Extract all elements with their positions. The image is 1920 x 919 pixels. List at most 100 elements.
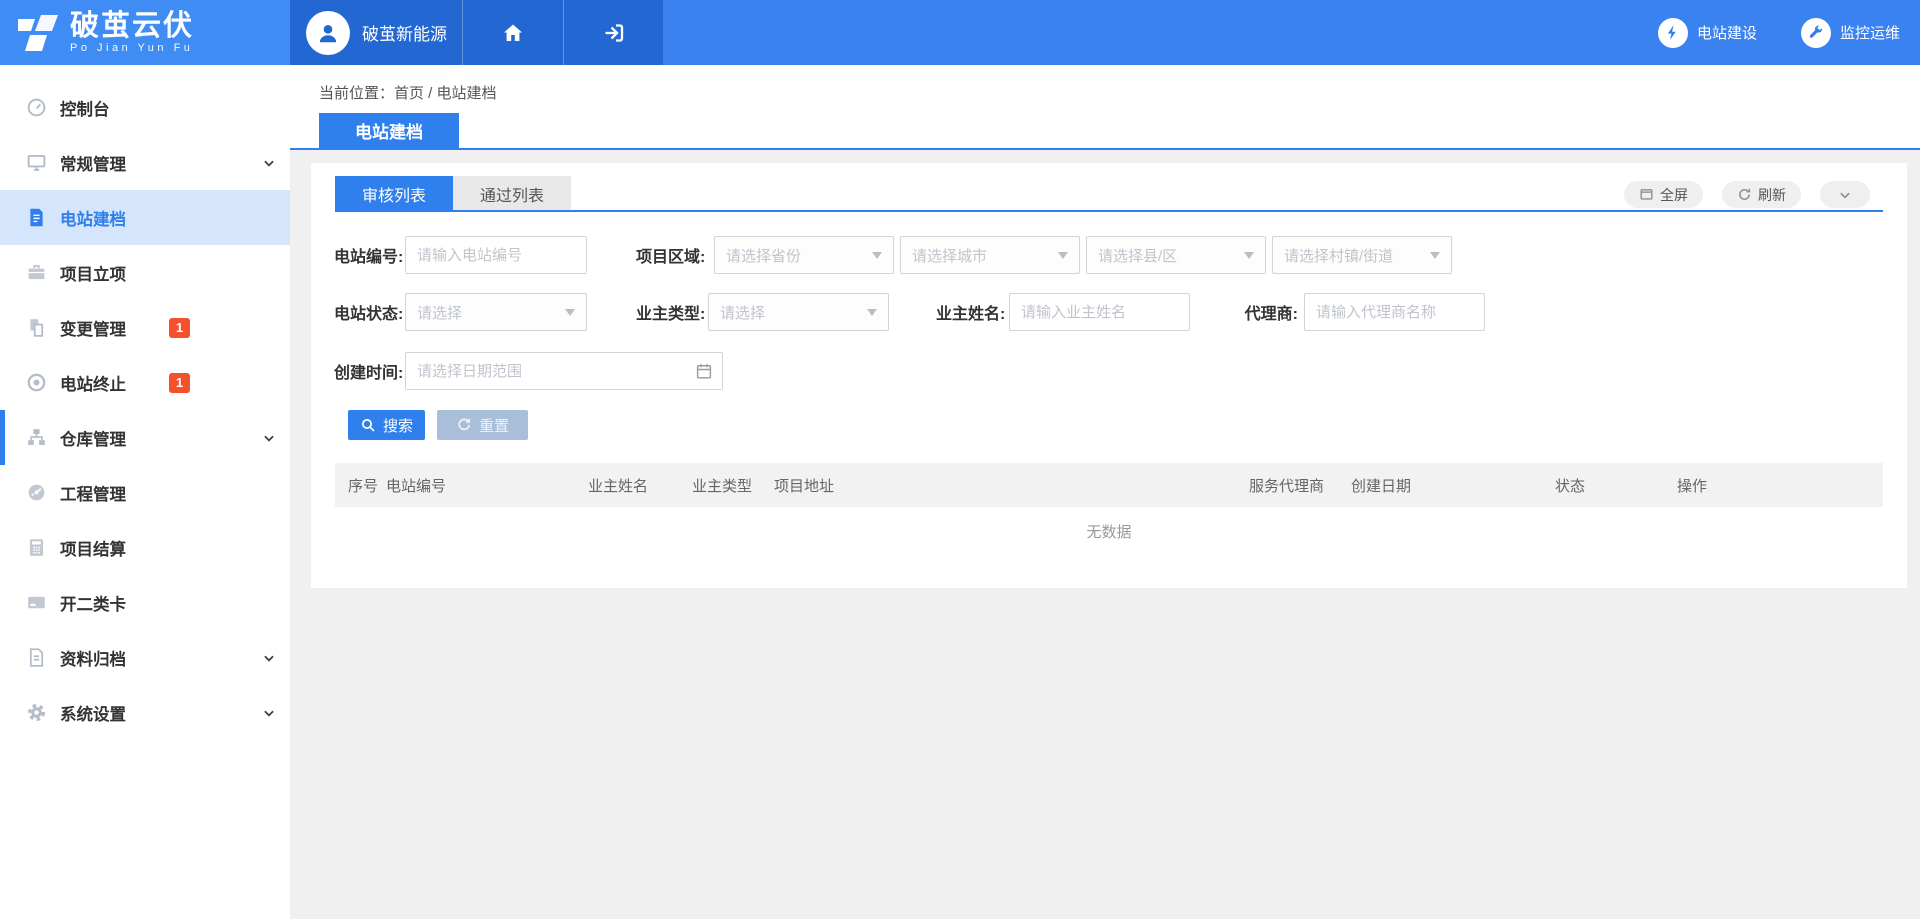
table-empty-text: 无数据: [335, 521, 1883, 542]
nav-monitor-ops-label: 监控运维: [1840, 22, 1900, 43]
sidebar-item-label: 常规管理: [60, 151, 126, 175]
sidebar-item-label: 电站建档: [60, 206, 126, 230]
sidebar-item-label: 控制台: [60, 96, 110, 120]
sidebar-item-data-archive[interactable]: 资料归档: [0, 630, 290, 685]
filter-owner-type: 业主类型: 请选择: [636, 293, 889, 331]
sidebar-item-project-settlement[interactable]: 项目结算: [0, 520, 290, 575]
tabs-underline: [335, 210, 1883, 212]
owner-name-input[interactable]: [1009, 293, 1190, 331]
search-button[interactable]: 搜索: [348, 410, 425, 440]
sidebar-item-change-mgmt[interactable]: 变更管理 1: [0, 300, 290, 355]
active-indicator-bar: [0, 410, 5, 465]
sidebar-item-system-settings[interactable]: 系统设置: [0, 685, 290, 740]
county-select[interactable]: 请选择县/区: [1086, 236, 1266, 274]
chevron-down-icon: [262, 651, 276, 665]
lightning-icon: [1658, 18, 1688, 48]
sidebar-item-warehouse-mgmt[interactable]: 仓库管理: [0, 410, 290, 465]
sidebar-item-station-termination[interactable]: 电站终止 1: [0, 355, 290, 410]
top-header: 破茧云伏 Po Jian Yun Fu 破茧新能源: [0, 0, 1920, 65]
column-status: 状态: [1555, 475, 1677, 496]
filter-create-time: 创建时间:: [334, 352, 723, 390]
dashboard-icon: [25, 97, 47, 119]
gauge-icon: [25, 482, 47, 504]
wrench-icon: [1801, 18, 1831, 48]
caret-down-icon: [1058, 252, 1068, 259]
breadcrumb-path[interactable]: 首页 / 电站建档: [394, 85, 497, 102]
gear-icon: [25, 702, 47, 724]
fullscreen-icon: [1639, 187, 1654, 202]
sidebar-item-open-type2-card[interactable]: 开二类卡: [0, 575, 290, 630]
column-owner-name: 业主姓名: [588, 475, 692, 496]
sidebar-item-label: 资料归档: [60, 646, 126, 670]
app-root: 破茧云伏 Po Jian Yun Fu 破茧新能源: [0, 0, 1920, 919]
home-icon: [501, 21, 525, 45]
nav-monitor-ops[interactable]: 监控运维: [1801, 18, 1900, 48]
refresh-button[interactable]: 刷新: [1722, 181, 1801, 208]
caret-down-icon: [1430, 252, 1440, 259]
province-placeholder: 请选择省份: [726, 245, 801, 266]
nav-station-build[interactable]: 电站建设: [1658, 18, 1757, 48]
sidebar-item-engineering-mgmt[interactable]: 工程管理: [0, 465, 290, 520]
home-button[interactable]: [462, 0, 563, 65]
content-card: 审核列表 通过列表 全屏 刷新: [311, 163, 1907, 588]
reset-icon: [456, 417, 472, 433]
caret-down-icon: [565, 309, 575, 316]
sidebar-item-label: 开二类卡: [60, 591, 126, 615]
sidebar-item-label: 电站终止: [60, 371, 126, 395]
sign-in-icon: [602, 21, 626, 45]
sidebar-item-station-filing[interactable]: 电站建档: [0, 190, 290, 245]
refresh-label: 刷新: [1758, 185, 1786, 205]
main-content: 当前位置：首页 / 电站建档 电站建档 审核列表 通过列表 全屏: [290, 65, 1920, 919]
caret-down-icon: [867, 309, 877, 316]
station-no-input[interactable]: [405, 236, 587, 274]
archive-icon: [25, 647, 47, 669]
page-tab-station-filing[interactable]: 电站建档: [319, 113, 459, 148]
city-placeholder: 请选择城市: [912, 245, 987, 266]
user-company-menu[interactable]: 破茧新能源: [290, 0, 462, 65]
header-right-nav: 电站建设 监控运维: [1658, 0, 1920, 65]
sidebar-item-label: 仓库管理: [60, 426, 126, 450]
breadcrumb-bar: 当前位置：首页 / 电站建档 电站建档: [290, 65, 1920, 150]
owner-type-select[interactable]: 请选择: [708, 293, 889, 331]
sidebar-item-label: 变更管理: [60, 316, 126, 340]
agent-label: 代理商:: [1242, 300, 1304, 324]
station-status-select[interactable]: 请选择: [405, 293, 587, 331]
column-service-agent: 服务代理商: [1249, 475, 1351, 496]
refresh-icon: [1737, 187, 1752, 202]
company-name: 破茧新能源: [362, 20, 447, 45]
tab-review-list[interactable]: 审核列表: [335, 176, 453, 212]
station-status-placeholder: 请选择: [417, 302, 462, 323]
sidebar: 控制台 常规管理 电站建档: [0, 65, 290, 919]
briefcase-icon: [25, 262, 47, 284]
document-icon: [25, 207, 47, 229]
station-termination-badge: 1: [169, 373, 190, 393]
agent-input[interactable]: [1304, 293, 1485, 331]
collapse-button[interactable]: [1820, 181, 1870, 208]
sidebar-item-general-mgmt[interactable]: 常规管理: [0, 135, 290, 190]
panel-toolbar: 全屏 刷新: [1624, 181, 1870, 208]
calendar-icon[interactable]: [695, 362, 713, 380]
breadcrumb-prefix: 当前位置：: [319, 85, 394, 102]
column-project-address: 项目地址: [774, 475, 1249, 496]
column-owner-type: 业主类型: [692, 475, 774, 496]
change-mgmt-badge: 1: [169, 318, 190, 338]
city-select[interactable]: 请选择城市: [900, 236, 1080, 274]
brand-logo[interactable]: 破茧云伏 Po Jian Yun Fu: [0, 0, 290, 65]
sidebar-item-dashboard[interactable]: 控制台: [0, 80, 290, 135]
tab-passed-list[interactable]: 通过列表: [453, 176, 571, 212]
town-select[interactable]: 请选择村镇/街道: [1272, 236, 1452, 274]
fullscreen-button[interactable]: 全屏: [1624, 181, 1703, 208]
date-range-input[interactable]: [405, 352, 723, 390]
sidebar-item-project-initiation[interactable]: 项目立项: [0, 245, 290, 300]
brand-title: 破茧云伏: [70, 11, 194, 41]
logout-button[interactable]: [563, 0, 663, 65]
chevron-down-icon: [262, 706, 276, 720]
user-avatar-icon: [306, 11, 350, 55]
caret-down-icon: [872, 252, 882, 259]
province-select[interactable]: 请选择省份: [714, 236, 894, 274]
reset-button[interactable]: 重置: [437, 410, 528, 440]
copy-icon: [25, 317, 47, 339]
nav-station-build-label: 电站建设: [1697, 22, 1757, 43]
region-label: 项目区域:: [636, 243, 708, 267]
monitor-icon: [25, 152, 47, 174]
